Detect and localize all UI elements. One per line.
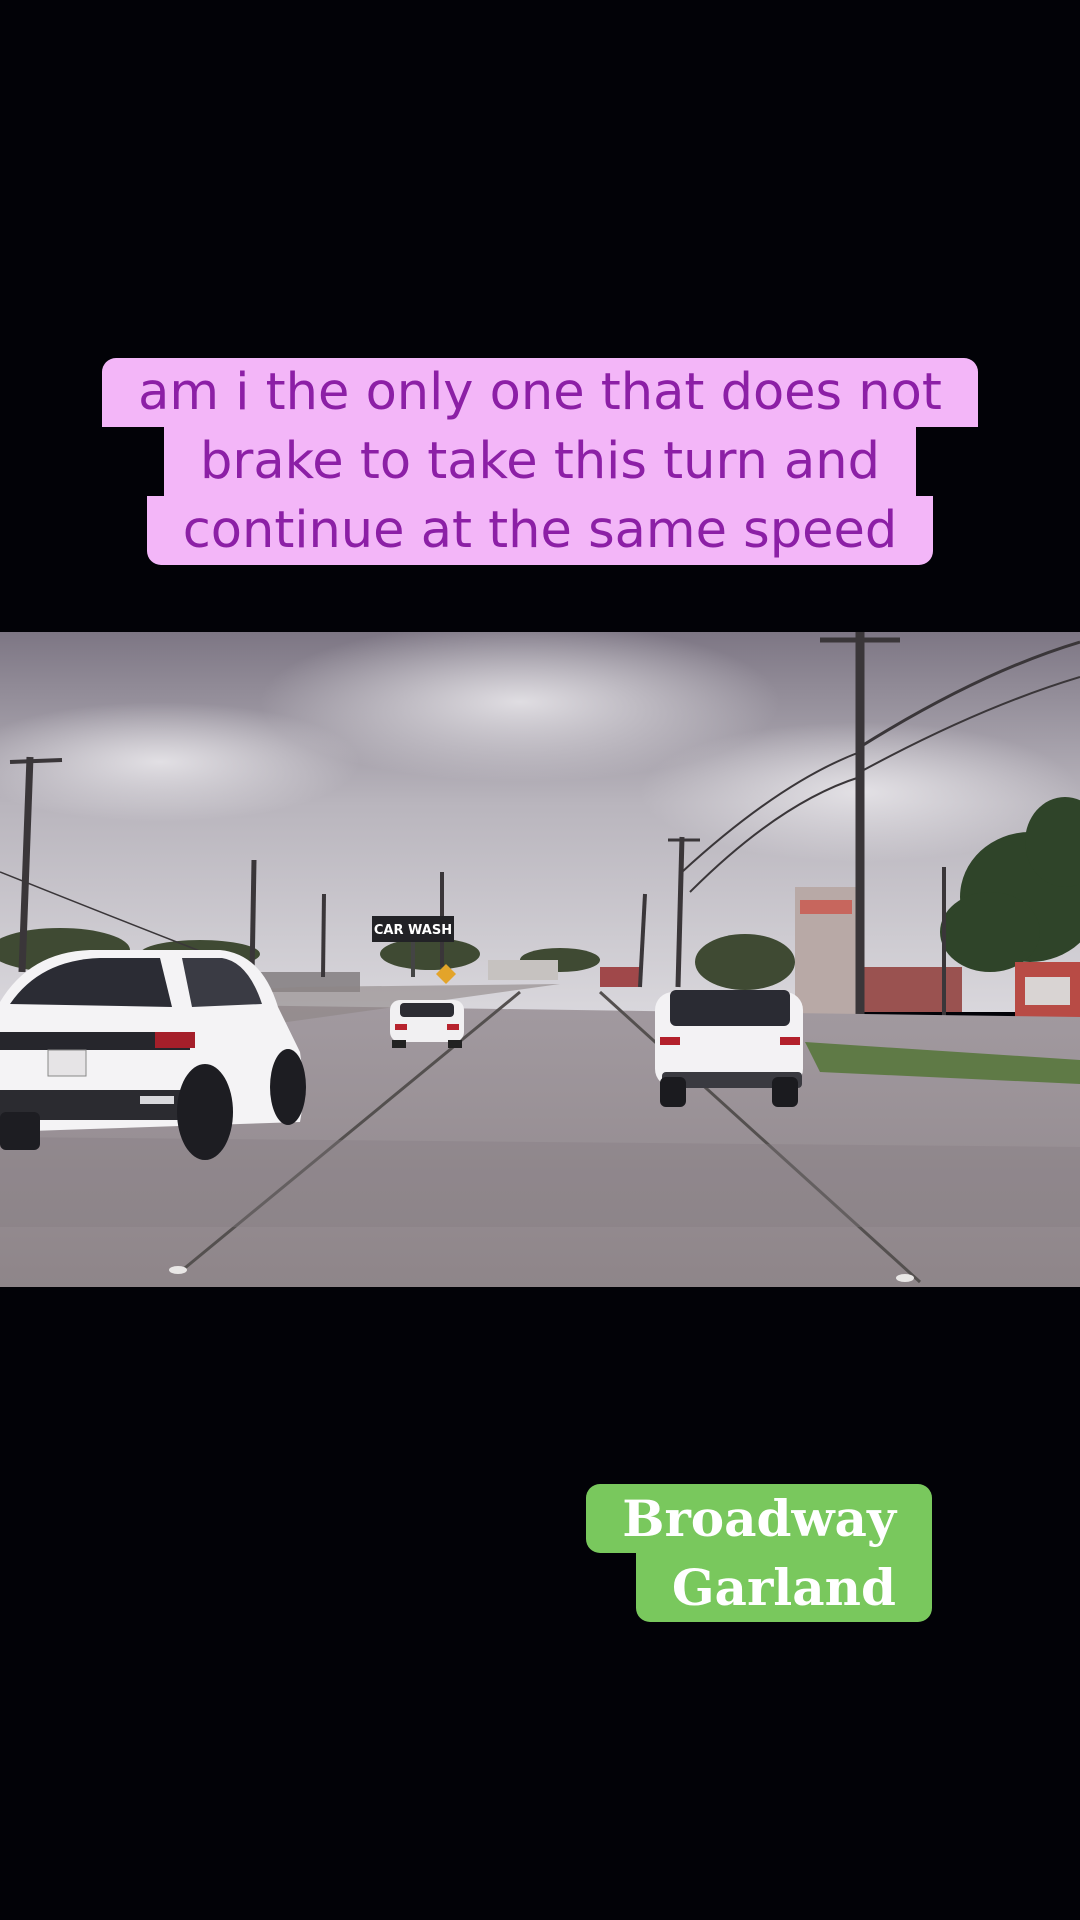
location-tag: Broadway Garland <box>586 1484 932 1622</box>
location-line: Broadway <box>586 1484 932 1553</box>
road-scene: CAR WASH <box>0 632 1080 1287</box>
location-line: Garland <box>635 1553 932 1622</box>
video-post: am i the only one that does not brake to… <box>0 0 1080 1920</box>
video-frame[interactable]: CAR WASH <box>0 632 1080 1287</box>
caption-box: am i the only one that does not brake to… <box>0 358 1080 565</box>
caption-line: brake to take this turn and <box>163 427 916 496</box>
sign-text: CAR WASH <box>374 923 452 938</box>
caption-line: am i the only one that does not <box>102 358 978 427</box>
distant-sedan <box>390 1000 464 1048</box>
caption-line: continue at the same speed <box>146 496 934 565</box>
